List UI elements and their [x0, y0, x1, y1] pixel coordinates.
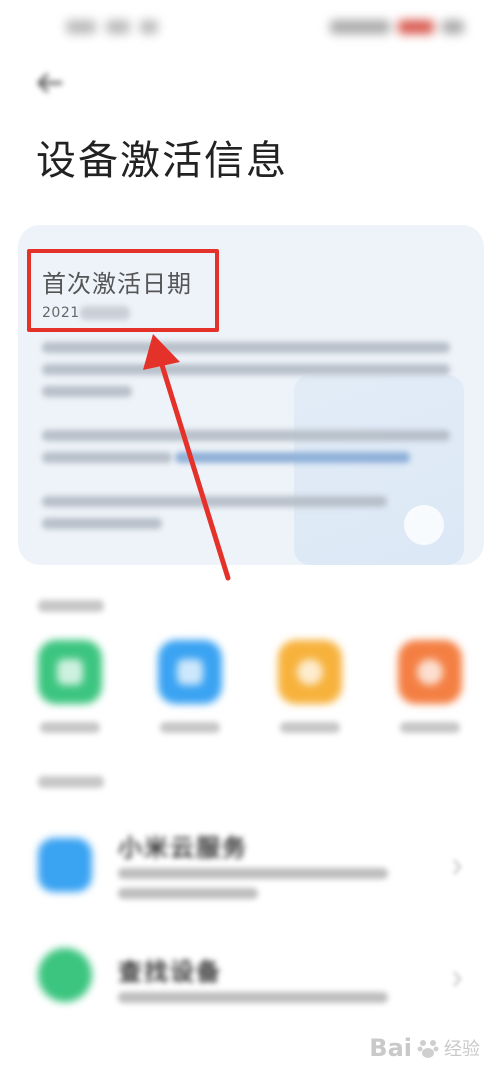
- card-text-line: [42, 342, 450, 353]
- find-device-icon[interactable]: [38, 948, 92, 1002]
- shortcut-blue-icon[interactable]: [158, 640, 222, 704]
- list-item-find-device-title[interactable]: 查找设备: [118, 952, 222, 987]
- cloud-service-icon[interactable]: [38, 838, 92, 892]
- watermark-brand-a: Bai: [369, 1034, 412, 1062]
- card-text-line: [42, 518, 162, 529]
- card-text-line: [42, 386, 132, 397]
- section-label-shortcuts: [38, 600, 104, 612]
- card-text-line: [42, 496, 387, 507]
- shortcut-green-icon[interactable]: [38, 640, 102, 704]
- shortcut-label: [40, 722, 100, 733]
- shortcut-yellow-icon[interactable]: [278, 640, 342, 704]
- card-text-line: [42, 364, 450, 375]
- highlight-annotation-box: [27, 249, 219, 332]
- section-label-services: [38, 776, 104, 788]
- list-item-cloud-subtitle: [118, 888, 258, 899]
- list-item-find-device-subtitle: [118, 992, 388, 1003]
- status-bar: [0, 0, 500, 60]
- status-left-indicators: [66, 20, 158, 34]
- card-link-line[interactable]: [175, 452, 410, 463]
- watermark-brand-b: 经验: [444, 1039, 480, 1060]
- baidu-watermark: Bai 经验: [369, 1034, 480, 1062]
- card-decoration-circle: [404, 505, 444, 545]
- back-button[interactable]: [34, 70, 64, 96]
- status-right-indicators: [330, 20, 464, 34]
- chevron-right-icon: [453, 971, 462, 987]
- card-text-line: [42, 452, 172, 463]
- shortcut-label: [400, 722, 460, 733]
- shortcut-label: [280, 722, 340, 733]
- shortcut-label: [160, 722, 220, 733]
- paw-logo-icon: [417, 1040, 439, 1058]
- shortcut-orange-icon[interactable]: [398, 640, 462, 704]
- arrow-left-icon: [37, 73, 63, 93]
- page-title: 设备激活信息: [36, 138, 288, 184]
- card-text-line: [42, 430, 450, 441]
- list-item-cloud-title[interactable]: 小米云服务: [118, 828, 248, 863]
- chevron-right-icon: [453, 859, 462, 875]
- list-item-cloud-subtitle: [118, 868, 388, 879]
